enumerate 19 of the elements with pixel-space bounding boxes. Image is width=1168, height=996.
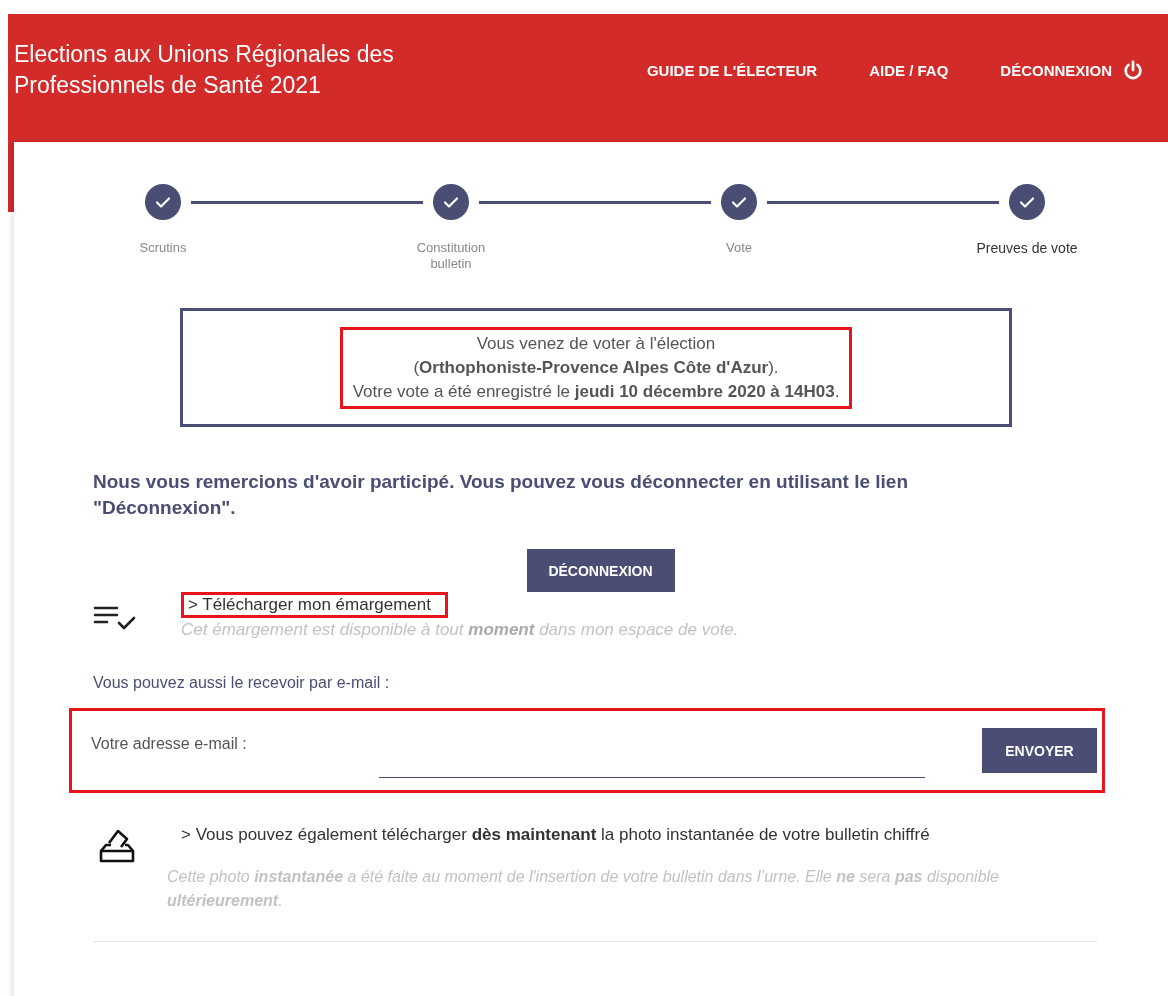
download-link[interactable]: > Télécharger mon émargement <box>181 592 448 618</box>
step-label: Preuves de vote <box>975 240 1079 256</box>
email-intro: Vous pouvez aussi le recevoir par e-mail : <box>93 674 391 692</box>
step-label: Vote <box>725 240 753 256</box>
thanks-message: Nous vous remercions d'avoir participé. Vous pouvez vous déconnecter en utilisant le lien "Déconnexion". <box>93 470 910 520</box>
confirmation-message: Vous venez de voter à l'élection (Orthophoniste-Provence Alpes Côte d'Azur). Votre vote a été enregistré le jeudi 10 décembre 2020 à 14H03. <box>339 326 853 409</box>
nav-link[interactable]: AIDE / FAQ <box>869 61 949 79</box>
step-label: Constitution bulletin <box>415 240 487 272</box>
power-icon <box>1122 59 1144 81</box>
site-title: Elections aux Unions Régionales des Professionnels de Santé 2021 <box>14 40 395 100</box>
emargement-note: Cet émargement est disponible à tout moment dans mon espace de vote. <box>181 619 739 641</box>
logout-link[interactable]: DÉCONNEXION <box>1000 59 1144 81</box>
send-button[interactable]: ENVOYER <box>982 728 1097 773</box>
email-label: Votre adresse e-mail : <box>91 734 248 753</box>
snapshot-note: Cette photo instantanée a été faite au moment de l'insertion de votre bulletin dans l’urne. Elle ne sera pas disponible ultérieurement. <box>167 867 1000 911</box>
snapshot-link[interactable]: > Vous pouvez également télécharger dès maintenant la photo instantanée de votre bulletin chiffré <box>181 825 1092 845</box>
step-label: Scrutins <box>138 240 188 256</box>
logout-button[interactable]: DÉCONNEXION <box>526 549 675 592</box>
nav-link[interactable]: GUIDE DE L'ÉLECTEUR <box>646 61 818 79</box>
